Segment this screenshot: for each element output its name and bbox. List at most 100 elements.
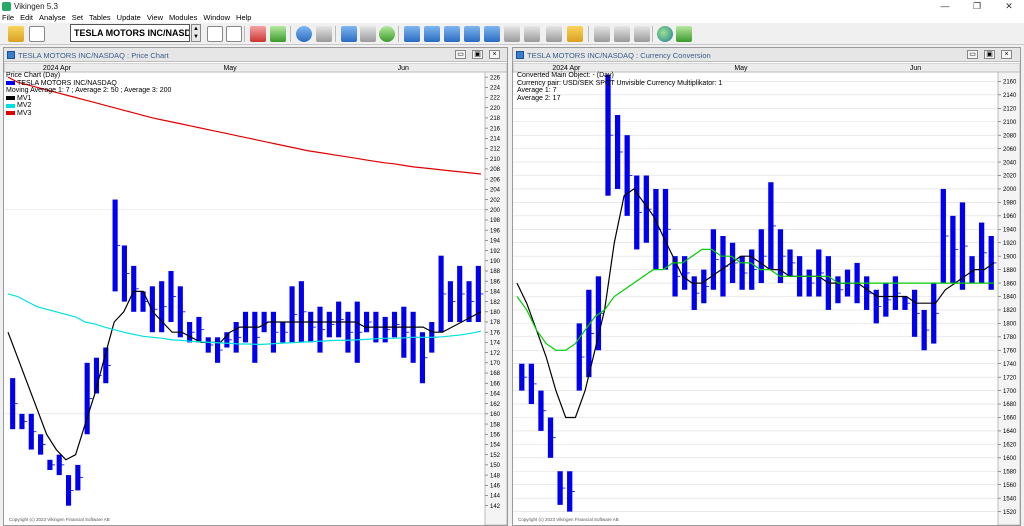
table-icon[interactable] (546, 26, 562, 42)
y-tick-label: 192 (490, 249, 501, 255)
y-tick-label: 152 (490, 453, 501, 459)
palette-icon[interactable] (379, 26, 395, 42)
grid-icon[interactable] (524, 26, 540, 42)
month-label: 2024 Apr (552, 65, 581, 72)
symbol-spin-button[interactable]: ▲ ▼ (191, 24, 201, 42)
layout-3-icon[interactable] (444, 26, 460, 42)
currency-chart-title: TESLA MOTORS INC/NASDAQ : Currency Conve… (527, 51, 711, 60)
menu-help[interactable]: Help (236, 13, 251, 22)
candles-icon[interactable] (270, 26, 286, 42)
y-tick-label: 172 (490, 351, 501, 357)
panel-close-button[interactable]: × (1001, 50, 1012, 59)
y-tick-label: 190 (490, 259, 501, 265)
title-bar: Vikingen 5.3 — ❐ ✕ (0, 0, 1024, 12)
y-tick-label: 226 (490, 75, 501, 81)
currency-chart-legend: Converted Main Object: - (Day) Currency … (517, 72, 722, 102)
currency-chart[interactable]: 2024 Apr May Jun 1520 1540 1560 1580 1600 1620 16… (513, 63, 1020, 525)
symbol-selector[interactable]: TESLA MOTORS INC/NASDAQ (70, 24, 190, 42)
edit-icon[interactable] (567, 26, 583, 42)
layout-2-icon[interactable] (424, 26, 440, 42)
panel-restore-button[interactable]: ▣ (472, 50, 483, 59)
open-file-icon[interactable] (29, 26, 45, 42)
y-tick-label: 1580 (1003, 469, 1017, 475)
menu-set[interactable]: Set (72, 13, 83, 22)
legend-mv2: MV2 (17, 102, 32, 109)
layout-1-icon[interactable] (404, 26, 420, 42)
date-header (513, 63, 1020, 73)
month-label: May (223, 65, 237, 72)
y-tick-label: 170 (490, 361, 501, 367)
y-tick-label: 1920 (1003, 241, 1017, 247)
settings-document-icon[interactable] (226, 26, 242, 42)
menu-modules[interactable]: Modules (169, 13, 197, 22)
y-tick-label: 148 (490, 473, 501, 479)
print-preview-icon[interactable] (360, 26, 376, 42)
price-chart-legend: Price Chart (Day) TESLA MOTORS INC/NASDA… (6, 72, 171, 117)
y-tick-label: 1560 (1003, 483, 1017, 489)
menu-analyse[interactable]: Analyse (39, 13, 66, 22)
y-tick-label: 1880 (1003, 268, 1017, 274)
refresh-icon[interactable] (296, 26, 312, 42)
price-chart[interactable]: 2024 Apr May Jun 142 144 146 148 150 152 154 156 15… (4, 63, 507, 525)
bar-icon[interactable] (614, 26, 630, 42)
printer-icon[interactable] (341, 26, 357, 42)
menu-file[interactable]: File (2, 13, 14, 22)
y-tick-label: 1860 (1003, 281, 1017, 287)
y-tick-label: 2120 (1003, 106, 1017, 112)
update-icon[interactable] (676, 26, 692, 42)
y-tick-label: 2040 (1003, 160, 1017, 166)
legend-average-1: Average 1: 7 (517, 87, 557, 94)
month-label: May (734, 65, 748, 72)
y-tick-label: 216 (490, 126, 501, 132)
close-button[interactable]: ✕ (994, 0, 1024, 12)
date-header (4, 63, 507, 73)
y-tick-label: 174 (490, 341, 501, 347)
y-tick-label: 2160 (1003, 80, 1017, 86)
y-tick-label: 1600 (1003, 456, 1017, 462)
list-icon[interactable] (504, 26, 520, 42)
panel-close-button[interactable]: × (489, 50, 500, 59)
menu-update[interactable]: Update (117, 13, 141, 22)
legend-mv1-swatch (6, 96, 15, 101)
open-folder-icon[interactable] (8, 26, 24, 42)
y-tick-label: 2140 (1003, 93, 1017, 99)
currency-chart-titlebar: TESLA MOTORS INC/NASDAQ : Currency Conve… (513, 48, 1020, 62)
minimize-button[interactable]: — (930, 0, 960, 12)
y-tick-label: 1980 (1003, 201, 1017, 207)
maximize-button[interactable]: ❐ (962, 0, 992, 12)
menu-tables[interactable]: Tables (89, 13, 111, 22)
globe-icon[interactable] (657, 26, 673, 42)
legend-chart-type: Price Chart (Day) (6, 72, 61, 79)
new-document-icon[interactable] (207, 26, 223, 42)
heartbeat-icon[interactable] (250, 26, 266, 42)
y-tick-label: 1780 (1003, 335, 1017, 341)
window-title: Vikingen 5.3 (14, 1, 58, 11)
month-label: Jun (398, 65, 409, 72)
panel-restore-button[interactable]: ▣ (984, 50, 995, 59)
candlestick-icon[interactable] (594, 26, 610, 42)
price-chart-title: TESLA MOTORS INC/NASDAQ : Price Chart (18, 51, 169, 60)
y-tick-label: 1800 (1003, 322, 1017, 328)
camera-icon[interactable] (316, 26, 332, 42)
legend-bars-swatch (6, 81, 15, 86)
y-tick-label: 1700 (1003, 389, 1017, 395)
layout-4-icon[interactable] (464, 26, 480, 42)
y-tick-label: 186 (490, 279, 501, 285)
menu-view[interactable]: View (147, 13, 163, 22)
menu-window[interactable]: Window (203, 13, 230, 22)
y-tick-label: 222 (490, 96, 501, 102)
curve-icon[interactable] (634, 26, 650, 42)
layout-5-icon[interactable] (484, 26, 500, 42)
y-tick-label: 2080 (1003, 133, 1017, 139)
panel-minimize-button[interactable]: ▭ (455, 50, 466, 59)
y-tick-label: 204 (490, 188, 501, 194)
legend-mv3: MV3 (17, 109, 32, 117)
y-tick-label: 2060 (1003, 147, 1017, 153)
y-tick-label: 168 (490, 371, 501, 377)
y-tick-label: 208 (490, 167, 501, 173)
y-tick-label: 164 (490, 392, 501, 398)
panel-minimize-button[interactable]: ▭ (967, 50, 978, 59)
y-tick-label: 1640 (1003, 429, 1017, 435)
menu-edit[interactable]: Edit (20, 13, 33, 22)
y-tick-label: 142 (490, 504, 501, 510)
